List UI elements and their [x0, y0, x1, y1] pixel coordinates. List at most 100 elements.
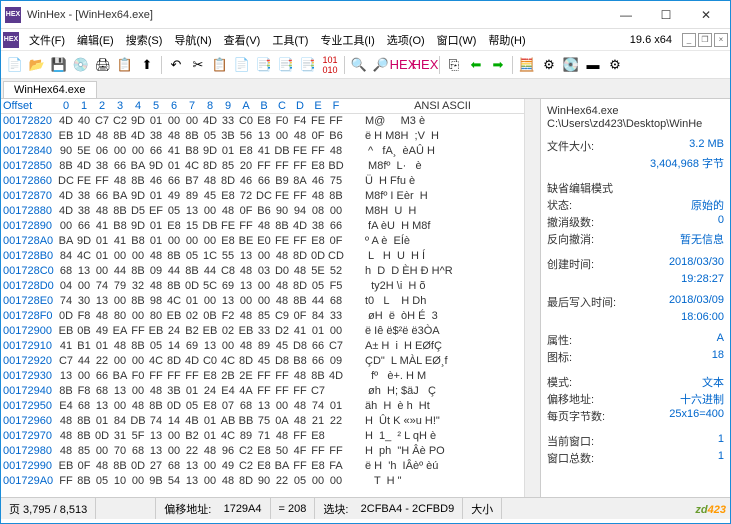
app-icon: HEX — [5, 7, 21, 23]
status-offset: 偏移地址: 1729A4 — [156, 498, 270, 519]
menubar: HEX 文件(F) 编辑(E) 搜索(S) 导航(N) 查看(V) 工具(T) … — [1, 29, 730, 51]
mdi-close-button[interactable]: × — [714, 33, 728, 47]
property-row: 缺省编辑模式 — [547, 180, 724, 196]
doc-icon: HEX — [3, 32, 19, 48]
hex-row[interactable]: 0017291041B101488B0514691300488945D866C7… — [1, 339, 524, 354]
mdi-min-button[interactable]: _ — [682, 33, 696, 47]
version-label: 19.6 x64 — [630, 34, 672, 46]
hex-row[interactable]: 001728A0BA9D0141B801000000E8BEE0FEFFE80F… — [1, 234, 524, 249]
statusbar: 页 3,795 / 8,513 偏移地址: 1729A4 = 208 选块: 2… — [1, 497, 730, 519]
property-row: 图标:18 — [547, 349, 724, 365]
property-row: 撤消级数:0 — [547, 214, 724, 230]
new-icon[interactable]: 📄 — [5, 55, 25, 75]
paste-icon[interactable]: 📄 — [232, 55, 252, 75]
hex-row[interactable]: 00172840905E0600006641B89D01E841DBFEFF48… — [1, 144, 524, 159]
hex-row[interactable]: 00172950E4681300488B0D05E807681300487401… — [1, 399, 524, 414]
menu-protools[interactable]: 专业工具(I) — [314, 30, 380, 50]
open-icon[interactable]: 📂 — [27, 55, 47, 75]
hex-row[interactable]: 00172970488B0D315F1300B2014C897148FFE8H … — [1, 429, 524, 444]
status-selection: 选块: 2CFBA4 - 2CFBD9 — [315, 498, 463, 519]
replace-icon[interactable]: HEX — [415, 55, 435, 75]
back-icon[interactable]: ⬅ — [466, 55, 486, 75]
hex-row[interactable]: 00172960488B0184DB74144B01ABBB750A482122… — [1, 414, 524, 429]
status-eq: = 208 — [271, 498, 316, 519]
menu-search[interactable]: 搜索(S) — [120, 30, 169, 50]
hex-row[interactable]: 00172830EB1D488B4D38488B053B561300480FB6… — [1, 129, 524, 144]
find-hex-icon[interactable]: 🔎 — [371, 55, 391, 75]
mdi-restore-button[interactable]: ❐ — [698, 33, 712, 47]
folder-up-icon[interactable]: ⬆ — [137, 55, 157, 75]
menu-edit[interactable]: 编辑(E) — [71, 30, 120, 50]
property-row: 每页字节数:25x16=400 — [547, 408, 724, 424]
window-title: WinHex - [WinHex64.exe] — [27, 9, 153, 21]
hex-row[interactable]: 001728F00DF848800080EB020BF24885C90F8433… — [1, 309, 524, 324]
undo-icon[interactable]: ↶ — [166, 55, 186, 75]
hex-row[interactable]: 00172920C7442200004C8D4DC04C8D45D8B86609… — [1, 354, 524, 369]
menu-file[interactable]: 文件(F) — [23, 30, 71, 50]
brand-logo: zd423 — [695, 500, 730, 518]
hex-row[interactable]: 001728E0743013008B984C0100130000488B4468… — [1, 294, 524, 309]
property-row: 19:28:27 — [547, 273, 724, 285]
byte-columns-header: 0123456789ABCDEF — [57, 100, 361, 112]
save-icon[interactable]: 💾 — [49, 55, 69, 75]
hex-row[interactable]: 00172860DCFEFF488B4666B7488D4666B98A4675… — [1, 174, 524, 189]
cut-icon[interactable]: ✂ — [188, 55, 208, 75]
print-icon[interactable]: 🖨 — [93, 55, 113, 75]
ram-icon[interactable]: ▬ — [583, 55, 603, 75]
main-area: Offset 0123456789ABCDEF ANSI ASCII 00172… — [1, 99, 730, 497]
menu-tools[interactable]: 工具(T) — [266, 30, 314, 50]
calc-icon[interactable]: 🧮 — [517, 55, 537, 75]
analyze-icon[interactable]: ⚙ — [539, 55, 559, 75]
hex-body[interactable]: 001728204D40C7C29D0100004D33C0E8F0F4FEFF… — [1, 114, 524, 497]
hex-row[interactable]: 001728204D40C7C29D0100004D33C0E8F0F4FEFF… — [1, 114, 524, 129]
menu-view[interactable]: 查看(V) — [218, 30, 267, 50]
property-row: 18:06:00 — [547, 311, 724, 323]
hex-row[interactable]: 00172930130066BAF0FFFFFFE82B2EFFFF488B4D… — [1, 369, 524, 384]
hex-row[interactable]: 001728D00400747932488B0D5C691300488D05F5… — [1, 279, 524, 294]
binary-icon[interactable]: 101010 — [320, 55, 340, 75]
property-row: 当前窗口:1 — [547, 433, 724, 449]
offset-header: Offset — [1, 100, 57, 112]
hex-row[interactable]: 001728B0844C010000488B051C551300488D0DCD… — [1, 249, 524, 264]
props-icon[interactable]: 📋 — [115, 55, 135, 75]
hex-row[interactable]: 001729408BF8681300483B0124E44AFFFFFFC7 ø… — [1, 384, 524, 399]
hex-row[interactable]: 00172900EB0B49EAFFEB24B2EB02EB33D2410100… — [1, 324, 524, 339]
hex-row[interactable]: 001728C0681300448B09448B44C84803D0485E52… — [1, 264, 524, 279]
menu-window[interactable]: 窗口(W) — [431, 30, 483, 50]
hex-row[interactable]: 00172890006641B89D01E815DBFEFF488B4D3866… — [1, 219, 524, 234]
tab-file[interactable]: WinHex64.exe — [3, 81, 97, 98]
goto-icon[interactable]: ⎘ — [444, 55, 464, 75]
ascii-header: ANSI ASCII — [361, 100, 524, 112]
property-row: 属性:A — [547, 332, 724, 348]
disk-icon[interactable]: 💿 — [71, 55, 91, 75]
clip1-icon[interactable]: 📑 — [254, 55, 274, 75]
hex-row[interactable]: 00172990EB0F488B0D2768130049C2E8BAFFE8FA… — [1, 459, 524, 474]
disk2-icon[interactable]: 💽 — [561, 55, 581, 75]
copy-icon[interactable]: 📋 — [210, 55, 230, 75]
titlebar: HEX WinHex - [WinHex64.exe] — ☐ ✕ — [1, 1, 730, 29]
vertical-scrollbar[interactable] — [524, 99, 540, 497]
hex-row[interactable]: 001729A0FF8B0510009B541300488D9022050000… — [1, 474, 524, 489]
property-row: 偏移地址:十六进制 — [547, 391, 724, 407]
find-text-icon[interactable]: HEX — [393, 55, 413, 75]
menu-options[interactable]: 选项(O) — [381, 30, 431, 50]
find-icon[interactable]: 🔍 — [349, 55, 369, 75]
clip3-icon[interactable]: 📑 — [298, 55, 318, 75]
status-size: 大小 — [463, 498, 502, 519]
minimize-button[interactable]: — — [606, 3, 646, 27]
hex-row[interactable]: 001728804D38488BD5EF051300480FB690940800… — [1, 204, 524, 219]
options-icon[interactable]: ⚙ — [605, 55, 625, 75]
hex-row[interactable]: 001728704D3866BA9D01498945E872DCFEFF488B… — [1, 189, 524, 204]
menu-nav[interactable]: 导航(N) — [168, 30, 217, 50]
hex-row[interactable]: 001728508B4D3866BA9D014C8D8520FFFFFFE8BD… — [1, 159, 524, 174]
forward-icon[interactable]: ➡ — [488, 55, 508, 75]
hex-row[interactable]: 0017298048850070681300224896C2E8504FFFFF… — [1, 444, 524, 459]
property-row: 反向撤消:暂无信息 — [547, 231, 724, 247]
maximize-button[interactable]: ☐ — [646, 3, 686, 27]
close-button[interactable]: ✕ — [686, 3, 726, 27]
clip2-icon[interactable]: 📑 — [276, 55, 296, 75]
toolbar: 📄 📂 💾 💿 🖨 📋 ⬆ ↶ ✂ 📋 📄 📑 📑 📑 101010 🔍 🔎 H… — [1, 51, 730, 79]
property-row: 文件大小:3.2 MB — [547, 138, 724, 154]
menu-help[interactable]: 帮助(H) — [482, 30, 531, 50]
hex-panel: Offset 0123456789ABCDEF ANSI ASCII 00172… — [1, 99, 524, 497]
